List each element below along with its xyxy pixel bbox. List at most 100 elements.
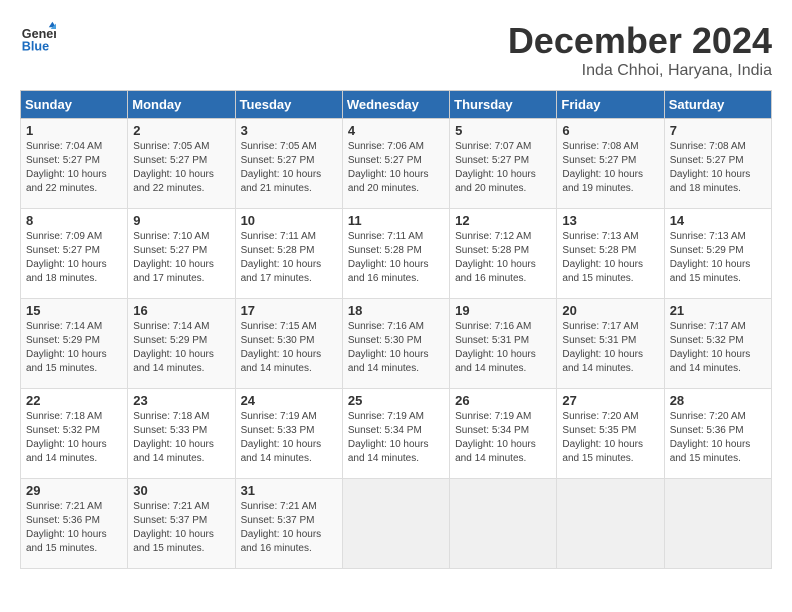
- weekday-wednesday: Wednesday: [342, 91, 449, 119]
- day-info: Sunrise: 7:05 AMSunset: 5:27 PMDaylight:…: [241, 141, 322, 194]
- weekday-saturday: Saturday: [664, 91, 771, 119]
- day-number: 15: [26, 303, 122, 318]
- calendar-week-0: 1 Sunrise: 7:04 AMSunset: 5:27 PMDayligh…: [21, 119, 772, 209]
- calendar-week-1: 8 Sunrise: 7:09 AMSunset: 5:27 PMDayligh…: [21, 209, 772, 299]
- day-number: 11: [348, 213, 444, 228]
- day-number: 14: [670, 213, 766, 228]
- day-info: Sunrise: 7:12 AMSunset: 5:28 PMDaylight:…: [455, 231, 536, 284]
- calendar-cell: 8 Sunrise: 7:09 AMSunset: 5:27 PMDayligh…: [21, 209, 128, 299]
- day-number: 31: [241, 483, 337, 498]
- calendar-cell: 22 Sunrise: 7:18 AMSunset: 5:32 PMDaylig…: [21, 389, 128, 479]
- calendar-cell: 3 Sunrise: 7:05 AMSunset: 5:27 PMDayligh…: [235, 119, 342, 209]
- weekday-sunday: Sunday: [21, 91, 128, 119]
- day-number: 29: [26, 483, 122, 498]
- calendar-cell: 30 Sunrise: 7:21 AMSunset: 5:37 PMDaylig…: [128, 479, 235, 569]
- svg-text:Blue: Blue: [22, 40, 49, 54]
- day-info: Sunrise: 7:16 AMSunset: 5:30 PMDaylight:…: [348, 321, 429, 374]
- location-subtitle: Inda Chhoi, Haryana, India: [508, 62, 772, 80]
- day-info: Sunrise: 7:06 AMSunset: 5:27 PMDaylight:…: [348, 141, 429, 194]
- calendar-cell: 27 Sunrise: 7:20 AMSunset: 5:35 PMDaylig…: [557, 389, 664, 479]
- page-header: General Blue December 2024 Inda Chhoi, H…: [20, 20, 772, 80]
- title-area: December 2024 Inda Chhoi, Haryana, India: [508, 20, 772, 80]
- calendar-cell: 5 Sunrise: 7:07 AMSunset: 5:27 PMDayligh…: [450, 119, 557, 209]
- day-info: Sunrise: 7:17 AMSunset: 5:32 PMDaylight:…: [670, 321, 751, 374]
- day-number: 5: [455, 123, 551, 138]
- calendar-cell: 24 Sunrise: 7:19 AMSunset: 5:33 PMDaylig…: [235, 389, 342, 479]
- day-info: Sunrise: 7:11 AMSunset: 5:28 PMDaylight:…: [348, 231, 429, 284]
- day-info: Sunrise: 7:18 AMSunset: 5:32 PMDaylight:…: [26, 411, 107, 464]
- day-info: Sunrise: 7:21 AMSunset: 5:37 PMDaylight:…: [241, 501, 322, 554]
- weekday-monday: Monday: [128, 91, 235, 119]
- day-number: 25: [348, 393, 444, 408]
- day-number: 6: [562, 123, 658, 138]
- calendar-cell: 13 Sunrise: 7:13 AMSunset: 5:28 PMDaylig…: [557, 209, 664, 299]
- calendar-cell: 28 Sunrise: 7:20 AMSunset: 5:36 PMDaylig…: [664, 389, 771, 479]
- day-number: 20: [562, 303, 658, 318]
- calendar-cell: 1 Sunrise: 7:04 AMSunset: 5:27 PMDayligh…: [21, 119, 128, 209]
- calendar-cell: 29 Sunrise: 7:21 AMSunset: 5:36 PMDaylig…: [21, 479, 128, 569]
- day-info: Sunrise: 7:05 AMSunset: 5:27 PMDaylight:…: [133, 141, 214, 194]
- calendar-body: 1 Sunrise: 7:04 AMSunset: 5:27 PMDayligh…: [21, 119, 772, 569]
- day-info: Sunrise: 7:21 AMSunset: 5:36 PMDaylight:…: [26, 501, 107, 554]
- day-info: Sunrise: 7:19 AMSunset: 5:33 PMDaylight:…: [241, 411, 322, 464]
- calendar-cell: 26 Sunrise: 7:19 AMSunset: 5:34 PMDaylig…: [450, 389, 557, 479]
- day-info: Sunrise: 7:20 AMSunset: 5:36 PMDaylight:…: [670, 411, 751, 464]
- day-info: Sunrise: 7:10 AMSunset: 5:27 PMDaylight:…: [133, 231, 214, 284]
- calendar-week-2: 15 Sunrise: 7:14 AMSunset: 5:29 PMDaylig…: [21, 299, 772, 389]
- day-number: 18: [348, 303, 444, 318]
- calendar-cell: 15 Sunrise: 7:14 AMSunset: 5:29 PMDaylig…: [21, 299, 128, 389]
- calendar-cell: 4 Sunrise: 7:06 AMSunset: 5:27 PMDayligh…: [342, 119, 449, 209]
- calendar-cell: [342, 479, 449, 569]
- day-info: Sunrise: 7:19 AMSunset: 5:34 PMDaylight:…: [348, 411, 429, 464]
- calendar-cell: 12 Sunrise: 7:12 AMSunset: 5:28 PMDaylig…: [450, 209, 557, 299]
- day-info: Sunrise: 7:14 AMSunset: 5:29 PMDaylight:…: [133, 321, 214, 374]
- day-info: Sunrise: 7:17 AMSunset: 5:31 PMDaylight:…: [562, 321, 643, 374]
- calendar-cell: [557, 479, 664, 569]
- calendar-cell: 2 Sunrise: 7:05 AMSunset: 5:27 PMDayligh…: [128, 119, 235, 209]
- day-number: 30: [133, 483, 229, 498]
- day-number: 24: [241, 393, 337, 408]
- calendar-cell: 14 Sunrise: 7:13 AMSunset: 5:29 PMDaylig…: [664, 209, 771, 299]
- calendar-cell: 17 Sunrise: 7:15 AMSunset: 5:30 PMDaylig…: [235, 299, 342, 389]
- day-number: 23: [133, 393, 229, 408]
- day-info: Sunrise: 7:13 AMSunset: 5:28 PMDaylight:…: [562, 231, 643, 284]
- day-info: Sunrise: 7:16 AMSunset: 5:31 PMDaylight:…: [455, 321, 536, 374]
- calendar-cell: 25 Sunrise: 7:19 AMSunset: 5:34 PMDaylig…: [342, 389, 449, 479]
- day-number: 27: [562, 393, 658, 408]
- day-number: 13: [562, 213, 658, 228]
- calendar-cell: 6 Sunrise: 7:08 AMSunset: 5:27 PMDayligh…: [557, 119, 664, 209]
- day-info: Sunrise: 7:15 AMSunset: 5:30 PMDaylight:…: [241, 321, 322, 374]
- day-info: Sunrise: 7:13 AMSunset: 5:29 PMDaylight:…: [670, 231, 751, 284]
- logo-icon: General Blue: [20, 20, 56, 56]
- calendar-cell: 11 Sunrise: 7:11 AMSunset: 5:28 PMDaylig…: [342, 209, 449, 299]
- calendar-week-4: 29 Sunrise: 7:21 AMSunset: 5:36 PMDaylig…: [21, 479, 772, 569]
- day-info: Sunrise: 7:11 AMSunset: 5:28 PMDaylight:…: [241, 231, 322, 284]
- day-number: 7: [670, 123, 766, 138]
- day-info: Sunrise: 7:08 AMSunset: 5:27 PMDaylight:…: [562, 141, 643, 194]
- day-info: Sunrise: 7:19 AMSunset: 5:34 PMDaylight:…: [455, 411, 536, 464]
- day-info: Sunrise: 7:20 AMSunset: 5:35 PMDaylight:…: [562, 411, 643, 464]
- calendar-cell: 23 Sunrise: 7:18 AMSunset: 5:33 PMDaylig…: [128, 389, 235, 479]
- month-title: December 2024: [508, 20, 772, 62]
- calendar-cell: [664, 479, 771, 569]
- calendar-week-3: 22 Sunrise: 7:18 AMSunset: 5:32 PMDaylig…: [21, 389, 772, 479]
- calendar-cell: 7 Sunrise: 7:08 AMSunset: 5:27 PMDayligh…: [664, 119, 771, 209]
- day-number: 2: [133, 123, 229, 138]
- weekday-friday: Friday: [557, 91, 664, 119]
- calendar-cell: 20 Sunrise: 7:17 AMSunset: 5:31 PMDaylig…: [557, 299, 664, 389]
- calendar-cell: 10 Sunrise: 7:11 AMSunset: 5:28 PMDaylig…: [235, 209, 342, 299]
- calendar-cell: 19 Sunrise: 7:16 AMSunset: 5:31 PMDaylig…: [450, 299, 557, 389]
- day-number: 16: [133, 303, 229, 318]
- day-number: 19: [455, 303, 551, 318]
- day-info: Sunrise: 7:09 AMSunset: 5:27 PMDaylight:…: [26, 231, 107, 284]
- day-number: 3: [241, 123, 337, 138]
- weekday-tuesday: Tuesday: [235, 91, 342, 119]
- day-info: Sunrise: 7:08 AMSunset: 5:27 PMDaylight:…: [670, 141, 751, 194]
- calendar-cell: 9 Sunrise: 7:10 AMSunset: 5:27 PMDayligh…: [128, 209, 235, 299]
- day-number: 26: [455, 393, 551, 408]
- day-info: Sunrise: 7:04 AMSunset: 5:27 PMDaylight:…: [26, 141, 107, 194]
- day-number: 1: [26, 123, 122, 138]
- day-number: 10: [241, 213, 337, 228]
- day-info: Sunrise: 7:18 AMSunset: 5:33 PMDaylight:…: [133, 411, 214, 464]
- calendar-table: SundayMondayTuesdayWednesdayThursdayFrid…: [20, 90, 772, 569]
